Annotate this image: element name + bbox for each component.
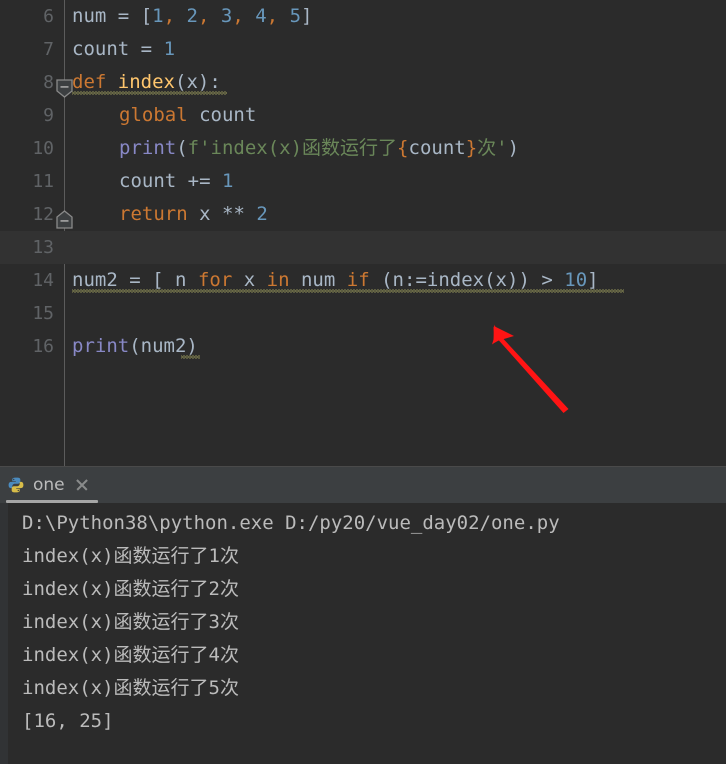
code-line-current[interactable]: 13 (0, 231, 726, 264)
console-line: index(x)函数运行了4次 (22, 644, 239, 666)
warning-squiggle (72, 289, 624, 293)
code-line-text: print(f'index(x)函数运行了{count}次') (119, 137, 520, 159)
line-number: 9 (43, 105, 54, 126)
code-line[interactable]: 10 print(f'index(x)函数运行了{count}次') (0, 132, 726, 165)
code-line[interactable]: 14 num2 = [ n for x in num if (n:=index(… (0, 264, 726, 297)
ide-window: 6 num = [1, 2, 3, 4, 5] 7 count = 1 8 de… (0, 0, 726, 764)
console-gutter-strip (0, 503, 8, 764)
console-tab-one[interactable]: one (0, 467, 99, 503)
fold-collapse-start-icon[interactable] (56, 79, 73, 98)
close-icon[interactable] (75, 478, 89, 492)
line-number: 8 (43, 72, 54, 93)
console-line: index(x)函数运行了5次 (22, 677, 239, 699)
line-number: 13 (32, 237, 54, 258)
code-line-text: global count (119, 104, 257, 126)
fold-collapse-end-icon[interactable] (56, 210, 73, 229)
warning-squiggle (72, 91, 227, 95)
code-line-text: num = [1, 2, 3, 4, 5] (72, 5, 313, 27)
code-line[interactable]: 9 global count (0, 99, 726, 132)
line-number: 6 (43, 6, 54, 27)
warning-squiggle (181, 355, 200, 359)
line-number: 15 (32, 303, 54, 324)
python-file-icon (8, 477, 24, 493)
code-line-text: print(num2) (72, 335, 198, 357)
console-line: index(x)函数运行了2次 (22, 578, 239, 600)
code-line[interactable]: 8 def index(x): (0, 66, 726, 99)
console-line: index(x)函数运行了3次 (22, 611, 239, 633)
line-number: 16 (32, 336, 54, 357)
line-number: 12 (32, 204, 54, 225)
console-tab-label: one (33, 475, 65, 495)
code-line[interactable]: 6 num = [1, 2, 3, 4, 5] (0, 0, 726, 33)
code-line-text: return x ** 2 (119, 203, 268, 225)
code-line[interactable]: 16 print(num2) (0, 330, 726, 363)
line-number: 10 (32, 138, 54, 159)
code-line[interactable]: 11 count += 1 (0, 165, 726, 198)
code-line[interactable]: 7 count = 1 (0, 33, 726, 66)
code-line-text: count += 1 (119, 170, 234, 192)
console-output[interactable]: D:\Python38\python.exe D:/py20/vue_day02… (0, 503, 726, 764)
console-line: D:\Python38\python.exe D:/py20/vue_day02… (22, 512, 560, 534)
code-line[interactable]: 12 return x ** 2 (0, 198, 726, 231)
code-line-text: count = 1 (72, 38, 176, 60)
code-line[interactable]: 15 (0, 297, 726, 330)
code-editor[interactable]: 6 num = [1, 2, 3, 4, 5] 7 count = 1 8 de… (0, 0, 726, 466)
run-console-panel: one D:\Python38\python.exe D:/py20/vue_d… (0, 466, 726, 764)
line-number: 14 (32, 270, 54, 291)
console-line: [16, 25] (22, 710, 114, 732)
console-tab-bar: one (0, 467, 726, 503)
line-number: 11 (32, 171, 54, 192)
console-line: index(x)函数运行了1次 (22, 545, 239, 567)
line-number: 7 (43, 39, 54, 60)
